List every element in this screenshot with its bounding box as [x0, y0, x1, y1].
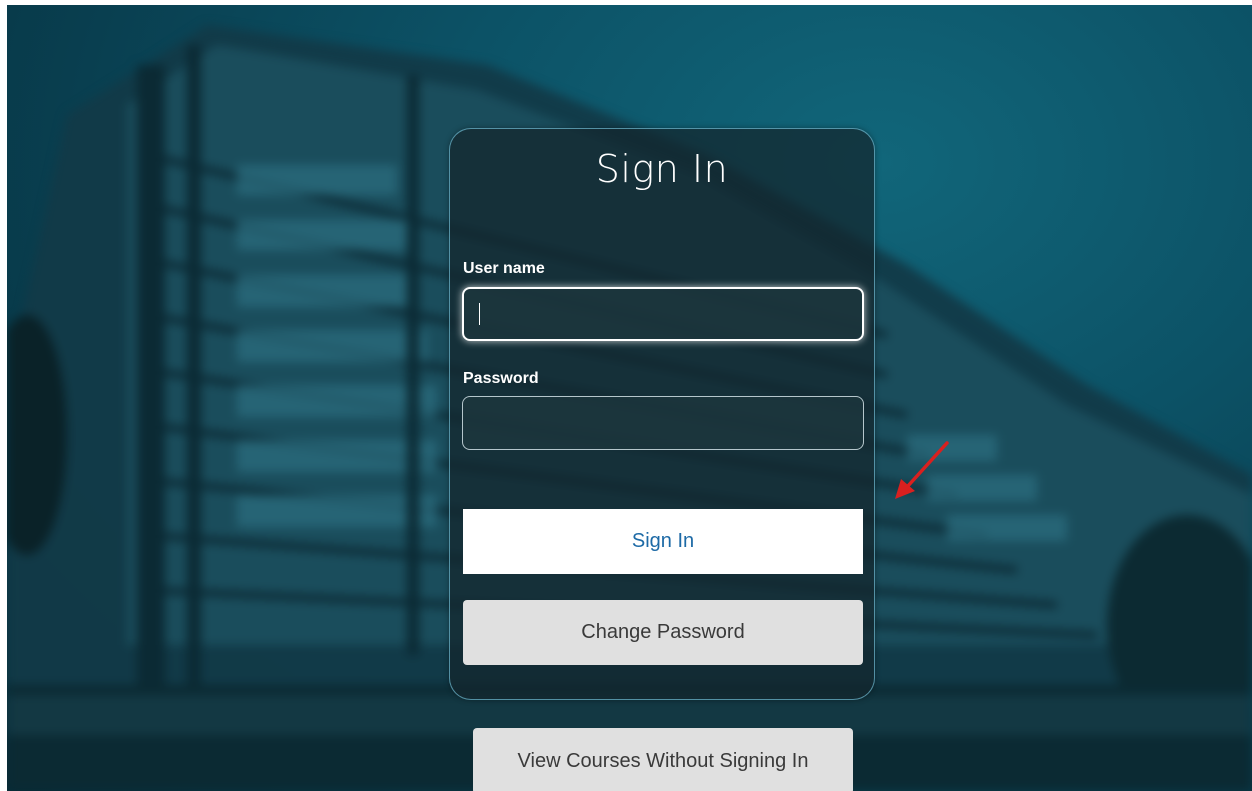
- password-label: Password: [463, 370, 539, 387]
- username-input[interactable]: [462, 287, 864, 341]
- username-label: User name: [463, 260, 545, 277]
- page-title: Sign In: [595, 147, 729, 191]
- change-password-button[interactable]: Change Password: [463, 600, 863, 665]
- red-arrow-icon: [895, 441, 949, 499]
- sign-in-button[interactable]: Sign In: [463, 509, 863, 574]
- sign-in-card: Sign In User name Password Sign In Chang…: [449, 128, 875, 700]
- text-cursor: [479, 303, 480, 325]
- login-page: Sign In User name Password Sign In Chang…: [7, 5, 1252, 791]
- view-courses-button[interactable]: View Courses Without Signing In: [473, 728, 853, 791]
- password-input[interactable]: [462, 396, 864, 450]
